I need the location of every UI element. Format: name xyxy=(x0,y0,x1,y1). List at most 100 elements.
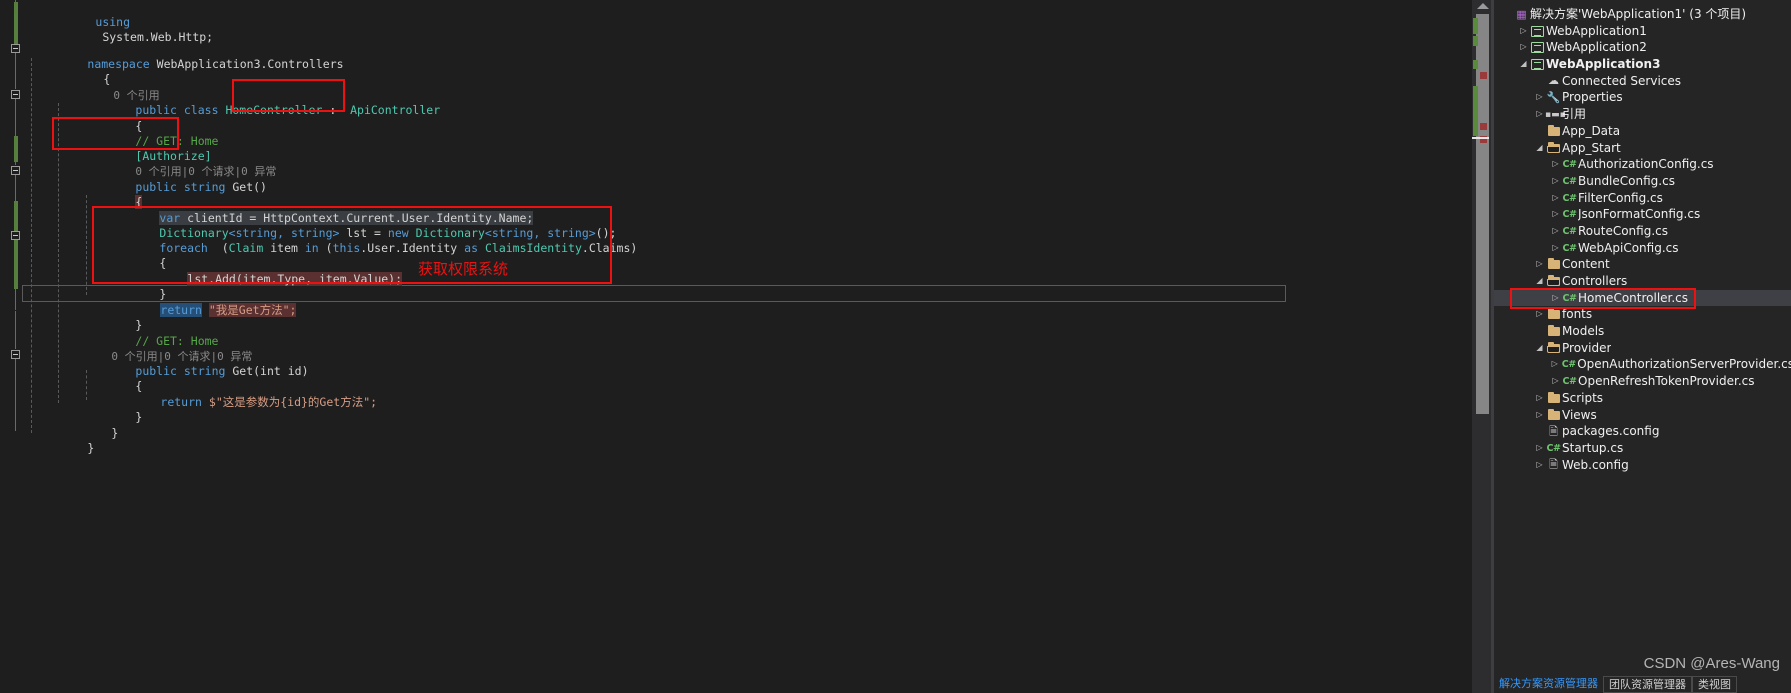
codelens[interactable]: 0 个引用|0 个请求|0 异常 xyxy=(46,334,252,363)
error-mark[interactable] xyxy=(1480,123,1487,130)
expand-arrow-icon[interactable]: ▷ xyxy=(1550,223,1561,240)
explorer-tab-strip[interactable]: 解决方案资源管理器 团队资源管理器 类视图 xyxy=(1494,675,1791,693)
tree-item-icon xyxy=(1545,390,1562,407)
code-line: } xyxy=(94,272,166,301)
folder-open-icon xyxy=(1546,275,1560,286)
tree-item-label: AuthorizationConfig.cs xyxy=(1578,157,1714,172)
collapse-arrow-icon[interactable]: ◢ xyxy=(1534,340,1545,357)
tree-item[interactable]: ▷ ▪▬▪ 引用 xyxy=(1494,106,1791,123)
expand-arrow-icon[interactable]: ▷ xyxy=(1518,23,1529,40)
tree-item[interactable]: ◢ App_Start xyxy=(1494,140,1791,157)
token-string: string xyxy=(183,180,226,195)
expand-arrow-icon[interactable]: ▷ xyxy=(1550,373,1561,390)
explorer-tab[interactable]: 解决方案资源管理器 xyxy=(1494,675,1603,693)
no-arrow-spacer: ▷ xyxy=(1534,73,1545,90)
code-line: public string Get() xyxy=(70,165,267,194)
expand-arrow-icon[interactable]: ▷ xyxy=(1534,457,1545,474)
tree-item[interactable]: ▷ WebApplication2 xyxy=(1494,39,1791,56)
codelens[interactable]: 0 个引用|0 个请求|0 异常 xyxy=(70,149,276,178)
expand-arrow-icon[interactable]: ▷ xyxy=(1534,390,1545,407)
tree-item[interactable]: ▷ C# RouteConfig.cs xyxy=(1494,223,1791,240)
expand-arrow-icon[interactable]: ▷ xyxy=(1550,173,1561,190)
project-icon xyxy=(1531,59,1544,71)
token-brace-close: } xyxy=(111,426,119,441)
solution-explorer-panel[interactable]: ▷▦解决方案'WebApplication1' (3 个项目)▷WebAppli… xyxy=(1494,0,1791,693)
tree-item[interactable]: ▷ Views xyxy=(1494,407,1791,424)
expand-arrow-icon[interactable]: ▷ xyxy=(1550,190,1561,207)
token-api-controller: ApiController xyxy=(350,103,441,118)
code-line: var clientId = HttpContext.Current.User.… xyxy=(94,196,534,226)
expand-arrow-icon[interactable]: ▷ xyxy=(1534,89,1545,106)
tree-item-icon: 🗎 xyxy=(1545,423,1562,441)
tree-item[interactable]: ▷ Content xyxy=(1494,256,1791,273)
tree-item[interactable]: ▷ 🔧 Properties xyxy=(1494,89,1791,106)
solution-icon: ▦ xyxy=(1516,7,1527,21)
tree-item[interactable]: ◢ WebApplication3 xyxy=(1494,56,1791,73)
folder-open-icon xyxy=(1546,341,1560,353)
tree-item[interactable]: ▷ Models xyxy=(1494,323,1791,340)
tree-item-icon xyxy=(1545,323,1562,340)
tree-item[interactable]: ▷☁Connected Services xyxy=(1494,73,1791,90)
tree-item[interactable]: ▷ C# FilterConfig.cs xyxy=(1494,190,1791,207)
tree-item-label: App_Start xyxy=(1562,140,1621,155)
token-item: item xyxy=(270,241,298,256)
code-line: { xyxy=(38,57,110,86)
change-mark xyxy=(1473,86,1478,136)
tree-item[interactable]: ▷ C# BundleConfig.cs xyxy=(1494,173,1791,190)
expand-arrow-icon[interactable]: ▷ xyxy=(1550,240,1561,257)
tree-item-icon: C# xyxy=(1561,372,1578,391)
code-editor[interactable]: using System.Web.Http; namespace WebAppl… xyxy=(0,0,1472,693)
tree-item-label: JsonFormatConfig.cs xyxy=(1578,207,1701,222)
code-line: // GET: Home xyxy=(70,119,218,148)
tree-item[interactable]: ▷ Scripts xyxy=(1494,390,1791,407)
code-line: // GET: Home xyxy=(70,319,218,348)
tree-item-icon xyxy=(1545,340,1562,357)
tree-item[interactable]: ◢ Provider xyxy=(1494,340,1791,357)
tree-item-icon xyxy=(1545,123,1562,140)
solution-tree[interactable]: ▷▦解决方案'WebApplication1' (3 个项目)▷WebAppli… xyxy=(1494,6,1791,473)
error-mark[interactable] xyxy=(1480,72,1487,79)
token-return: return xyxy=(160,303,202,318)
token-string: string xyxy=(183,364,226,379)
tree-item-label: Web.config xyxy=(1562,457,1629,472)
code-line: public class HomeController : ApiControl… xyxy=(70,88,440,117)
tree-item-icon: C# xyxy=(1545,439,1562,458)
explorer-tab[interactable]: 团队资源管理器 xyxy=(1603,675,1692,693)
expand-arrow-icon[interactable]: ▷ xyxy=(1534,440,1545,457)
token-return-interpolated: "这是参数为{id}的Get方法"; xyxy=(215,395,378,410)
expand-arrow-icon[interactable]: ▷ xyxy=(1549,356,1560,373)
expand-arrow-icon[interactable]: ▷ xyxy=(1534,256,1545,273)
tree-item[interactable]: ▷ WebApplication1 xyxy=(1494,23,1791,40)
scroll-up-arrow[interactable] xyxy=(1477,3,1489,9)
collapse-arrow-icon[interactable]: ◢ xyxy=(1518,56,1529,73)
folder-icon xyxy=(1547,408,1560,420)
watermark: CSDN @Ares-Wang xyxy=(1643,655,1780,672)
expand-arrow-icon[interactable]: ▷ xyxy=(1550,206,1561,223)
no-arrow-spacer: ▷ xyxy=(1534,423,1545,440)
tree-item[interactable]: ▷ 🗎 Web.config xyxy=(1494,457,1791,474)
tree-item[interactable]: ▷▦解决方案'WebApplication1' (3 个项目) xyxy=(1494,6,1791,23)
change-mark xyxy=(1473,18,1478,34)
csharp-file-icon: C# xyxy=(1562,209,1577,221)
tree-item[interactable]: ▷ C# Startup.cs xyxy=(1494,440,1791,457)
tree-item[interactable]: ▷ C# OpenRefreshTokenProvider.cs xyxy=(1494,373,1791,390)
tree-item[interactable]: ▷ App_Data xyxy=(1494,123,1791,140)
source-code[interactable]: using System.Web.Http; namespace WebAppl… xyxy=(0,0,637,547)
codelens[interactable]: 0 个引用 xyxy=(48,73,159,102)
tree-item[interactable]: ▷ C# OpenAuthorizationServerProvider.cs xyxy=(1494,356,1791,373)
code-line: { xyxy=(70,180,143,210)
tree-item[interactable]: ▷ C# AuthorizationConfig.cs xyxy=(1494,156,1791,173)
expand-arrow-icon[interactable]: ▷ xyxy=(1534,407,1545,424)
expand-arrow-icon[interactable]: ▷ xyxy=(1518,39,1529,56)
expand-arrow-icon[interactable]: ▷ xyxy=(1550,156,1561,173)
token-paren-open: ( xyxy=(325,241,333,256)
token-as: as xyxy=(464,241,479,256)
tree-item[interactable]: ▷ 🗎 packages.config xyxy=(1494,423,1791,440)
tree-item[interactable]: ▷ C# JsonFormatConfig.cs xyxy=(1494,206,1791,223)
code-line: [Authorize] xyxy=(70,134,211,163)
visual-studio-window: using System.Web.Http; namespace WebAppl… xyxy=(0,0,1791,693)
expand-arrow-icon[interactable]: ▷ xyxy=(1534,106,1545,123)
collapse-arrow-icon[interactable]: ◢ xyxy=(1534,140,1545,157)
tree-item[interactable]: ▷ C# WebApiConfig.cs xyxy=(1494,240,1791,257)
explorer-tab[interactable]: 类视图 xyxy=(1692,675,1737,693)
